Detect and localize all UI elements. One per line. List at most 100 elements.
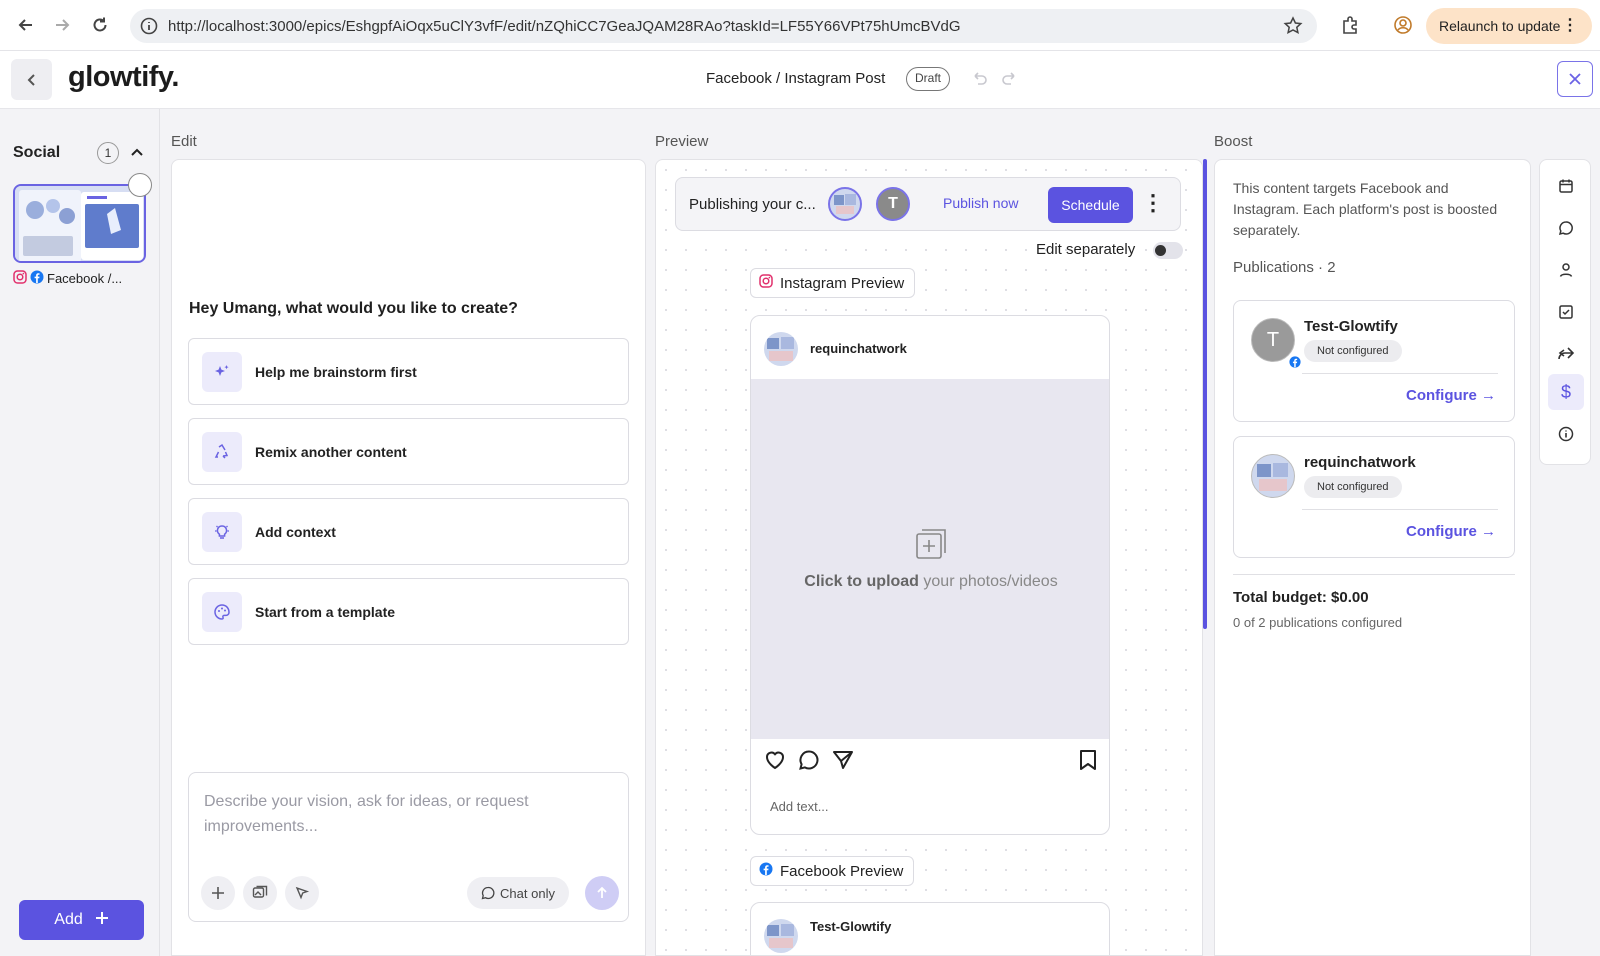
thumbnail-caption: Facebook /... (13, 270, 122, 287)
address-bar[interactable]: http://localhost:3000/epics/EshgpfAiOqx5… (130, 9, 1317, 43)
page-title: Facebook / Instagram Post (706, 70, 886, 87)
calendar-icon[interactable] (1548, 168, 1584, 204)
sparkles-icon (202, 351, 242, 392)
extensions-icon[interactable] (1339, 14, 1361, 36)
chat-composer[interactable]: Describe your vision, ask for ideas, or … (188, 772, 629, 922)
total-budget: Total budget: $0.00 (1233, 589, 1369, 606)
instagram-preview-label: Instagram Preview (780, 274, 905, 292)
undo-icon[interactable] (970, 69, 988, 92)
divider (1302, 373, 1498, 374)
avatar (764, 919, 798, 953)
instagram-account-avatar[interactable] (828, 187, 862, 221)
chat-input[interactable]: Describe your vision, ask for ideas, or … (204, 789, 584, 839)
sidebar-section-title: Social (13, 144, 61, 161)
profile-icon[interactable] (1392, 14, 1414, 36)
attach-plus-button[interactable] (201, 876, 235, 910)
option-template[interactable]: Start from a template (188, 578, 629, 645)
browser-toolbar: http://localhost:3000/epics/EshgpfAiOqx5… (0, 0, 1600, 51)
option-label: Start from a template (255, 603, 396, 620)
greeting-heading: Hey Umang, what would you like to create… (189, 300, 518, 317)
close-button[interactable] (1557, 61, 1593, 97)
chat-only-label: Chat only (500, 885, 555, 901)
instagram-preview-chip: Instagram Preview (750, 268, 916, 298)
status-badge: Not configured (1304, 476, 1402, 498)
schedule-button[interactable]: Schedule (1048, 187, 1133, 223)
facebook-icon (30, 270, 44, 287)
publishing-text: Publishing your c... (689, 196, 816, 213)
item-count-badge: 1 (97, 142, 119, 164)
user-icon[interactable] (1548, 252, 1584, 288)
recycle-icon (202, 431, 242, 472)
back-button[interactable] (11, 59, 52, 100)
bookmark-icon[interactable] (1077, 748, 1099, 777)
boost-section-label: Boost (1214, 133, 1253, 150)
relaunch-button[interactable]: Relaunch to update ⋮ (1426, 8, 1592, 44)
facebook-account-avatar[interactable]: T (876, 187, 910, 221)
publishing-bar: Publishing your c... T Publish now Sched… (675, 177, 1181, 231)
account-name: requinchatwork (1304, 454, 1416, 471)
more-options-icon[interactable]: ⋮ (1142, 190, 1164, 216)
select-radio[interactable] (128, 173, 152, 197)
app-header: glowtify. Facebook / Instagram Post Draf… (0, 51, 1600, 109)
redo-icon[interactable] (1001, 69, 1019, 92)
option-add-context[interactable]: Add context (188, 498, 629, 565)
lightbulb-icon (202, 511, 242, 552)
facebook-icon (759, 862, 773, 880)
caption-input[interactable]: Add text... (770, 799, 829, 814)
site-info-icon[interactable] (140, 17, 158, 40)
add-button[interactable]: Add (19, 900, 144, 940)
back-arrow-icon[interactable] (15, 14, 37, 36)
info-icon[interactable] (1548, 416, 1584, 452)
status-badge: Draft (906, 67, 951, 91)
instagram-icon (13, 270, 27, 287)
facebook-icon (1288, 355, 1302, 369)
forward-arrow-icon[interactable] (51, 14, 73, 36)
share-icon[interactable] (1548, 336, 1584, 372)
post-actions (763, 748, 1099, 774)
edit-separately-toggle[interactable] (1153, 242, 1183, 259)
heart-icon[interactable] (763, 748, 787, 777)
speech-bubble-icon (481, 886, 495, 900)
media-library-button[interactable] (243, 876, 277, 910)
thumbnail-label: Facebook /... (47, 271, 123, 286)
publications-count: Publications · 2 (1233, 259, 1336, 276)
palette-icon (202, 591, 242, 632)
configured-count: 0 of 2 publications configured (1233, 615, 1403, 630)
content-thumbnail[interactable] (13, 184, 146, 263)
publish-now-button[interactable]: Publish now (943, 195, 1019, 211)
close-icon (1569, 73, 1581, 85)
divider (1233, 574, 1515, 575)
configure-link[interactable]: Configure → (1406, 387, 1496, 404)
chat-only-button[interactable]: Chat only (467, 877, 569, 909)
option-remix[interactable]: Remix another content (188, 418, 629, 485)
upload-dropzone[interactable]: Click to upload your photos/videos (751, 379, 1109, 739)
chevron-up-icon[interactable] (129, 144, 145, 165)
avatar: T (1251, 318, 1302, 369)
cursor-select-button[interactable] (285, 876, 319, 910)
boost-panel: This content targets Facebook and Instag… (1214, 159, 1531, 956)
send-button[interactable] (585, 876, 619, 910)
arrow-up-icon (597, 886, 607, 898)
facebook-post-card: Test-Glowtify (750, 902, 1110, 955)
comment-icon[interactable] (1548, 210, 1584, 246)
reload-icon[interactable] (89, 14, 111, 36)
edit-panel: Hey Umang, what would you like to create… (171, 159, 646, 956)
configure-link[interactable]: Configure → (1406, 523, 1496, 540)
content-sidebar: Social 1 Facebook /... Add (0, 109, 160, 956)
option-brainstorm[interactable]: Help me brainstorm first (188, 338, 629, 405)
share-send-icon[interactable] (831, 748, 855, 777)
chevron-left-icon (27, 73, 35, 86)
post-thumbnail-image (15, 186, 144, 261)
preview-section-label: Preview (655, 133, 709, 150)
post-username: requinchatwork (810, 341, 907, 356)
resize-handle[interactable] (1203, 159, 1207, 629)
bookmark-star-icon[interactable] (1283, 16, 1303, 41)
publication-card-instagram: requinchatwork Not configured Configure … (1233, 436, 1515, 558)
publication-card-facebook: T Test-Glowtify Not configured Configure… (1233, 300, 1515, 422)
comment-icon[interactable] (797, 748, 821, 777)
account-name: Test-Glowtify (1304, 318, 1398, 335)
checkbox-icon[interactable] (1548, 294, 1584, 330)
boost-description: This content targets Facebook and Instag… (1233, 180, 1498, 238)
option-label: Remix another content (255, 443, 407, 460)
dollar-icon[interactable]: $ (1548, 374, 1584, 410)
